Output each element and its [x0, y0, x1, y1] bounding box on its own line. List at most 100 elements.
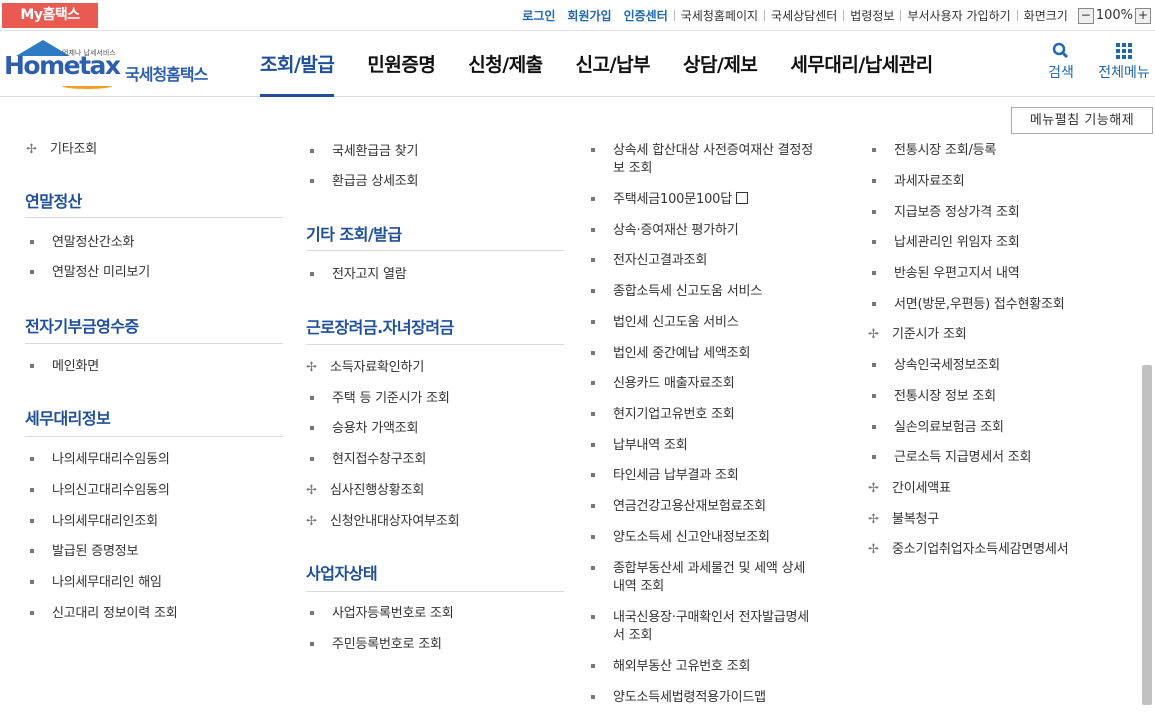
bullet-icon: [310, 272, 314, 276]
bullet-icon: [310, 149, 314, 153]
signup-link[interactable]: 회원가입: [561, 7, 617, 24]
my-hometax-button[interactable]: My홈택스: [2, 3, 98, 28]
top-links: 로그인 회원가입 인증센터 국세청홈페이지 국세상담센터 법령정보 부서사용자 …: [516, 0, 1151, 31]
all-menu-button[interactable]: 전체메뉴: [1094, 40, 1154, 82]
nav-report-pay[interactable]: 신고/납부: [576, 31, 651, 97]
bullet-icon: [591, 615, 595, 619]
plus-icon: ✢: [306, 483, 317, 498]
main-header: Hometax 언제나 납세서비스 국세청홈택스 조회/발급 민원증명 신청/제…: [0, 31, 1155, 97]
bullet-icon: [591, 504, 595, 508]
consult-center-link[interactable]: 국세상담센터: [765, 7, 843, 24]
zoom-value: 100%: [1095, 8, 1133, 23]
bullet-icon: [872, 302, 876, 306]
plus-icon: ✢: [868, 542, 879, 557]
bullet-icon: [30, 611, 34, 615]
nav-civil-certificate[interactable]: 민원증명: [367, 31, 435, 97]
section-title-year-end: 연말정산: [25, 192, 82, 211]
bullet-icon: [30, 270, 34, 274]
plus-icon: ✢: [26, 142, 37, 157]
divider: [25, 217, 283, 218]
bullet-icon: [310, 426, 314, 430]
divider: [25, 436, 283, 437]
bullet-icon: [872, 455, 876, 459]
plus-icon: ✢: [306, 360, 317, 375]
nts-homepage-link[interactable]: 국세청홈페이지: [675, 7, 764, 24]
nav-apply-submit[interactable]: 신청/제출: [468, 31, 543, 97]
bullet-icon: [30, 519, 34, 523]
bullet-icon: [310, 179, 314, 183]
bullet-icon: [591, 664, 595, 668]
divider: [306, 591, 564, 592]
bullet-icon: [30, 364, 34, 368]
logo-smile-icon: [62, 83, 112, 89]
bullet-icon: [591, 695, 595, 699]
bullet-icon: [30, 549, 34, 553]
zoom-out-button[interactable]: −: [1077, 7, 1094, 24]
bullet-icon: [591, 381, 595, 385]
bullet-icon: [591, 320, 595, 324]
law-info-link[interactable]: 법령정보: [844, 7, 900, 24]
bullet-icon: [591, 566, 595, 570]
all-menu-label: 전체메뉴: [1098, 65, 1150, 81]
bullet-icon: [591, 197, 595, 201]
search-icon: [1052, 42, 1069, 59]
bullet-icon: [30, 457, 34, 461]
nav-tax-agent[interactable]: 세무대리/납세관리: [790, 31, 933, 97]
section-title-other-inquiry: 기타 조회/발급: [306, 225, 402, 244]
global-nav: 조회/발급 민원증명 신청/제출 신고/납부 상담/제보 세무대리/납세관리: [260, 31, 966, 97]
bullet-icon: [30, 240, 34, 244]
section-title-tax-agent-info: 세무대리정보: [25, 409, 111, 428]
cert-center-link[interactable]: 인증센터: [618, 7, 674, 24]
scrollbar-thumb[interactable]: [1142, 365, 1152, 705]
bullet-icon: [872, 148, 876, 152]
bullet-icon: [872, 271, 876, 275]
screen-size-label: 화면크기: [1023, 9, 1068, 23]
bullet-icon: [872, 210, 876, 214]
bullet-icon: [872, 240, 876, 244]
bullet-icon: [872, 179, 876, 183]
menu-expand-toggle-button[interactable]: 메뉴펼침 기능해제: [1011, 107, 1153, 134]
bullet-icon: [591, 228, 595, 232]
bullet-icon: [591, 351, 595, 355]
search-label: 검색: [1048, 65, 1074, 81]
divider: [25, 343, 283, 344]
bullet-icon: [872, 425, 876, 429]
bullet-icon: [310, 642, 314, 646]
divider: [306, 344, 564, 345]
logo-tagline: 언제나 납세서비스: [62, 49, 116, 57]
external-link-icon: [736, 192, 748, 204]
section-title-incentive: 근로장려금.자녀장려금: [306, 318, 454, 337]
bullet-icon: [591, 289, 595, 293]
grid-icon: [1116, 43, 1132, 59]
logo-korean-name: 국세청홈택스: [125, 65, 208, 84]
plus-icon: ✢: [868, 327, 879, 342]
bullet-icon: [30, 580, 34, 584]
zoom-control: − 100% +: [1077, 7, 1151, 24]
bullet-icon: [310, 611, 314, 615]
section-title-business-status: 사업자상태: [306, 564, 378, 583]
bullet-icon: [872, 363, 876, 367]
bullet-icon: [591, 535, 595, 539]
divider: [306, 250, 564, 251]
bullet-icon: [310, 457, 314, 461]
dept-user-signup-link[interactable]: 부서사용자 가입하기: [901, 7, 1016, 24]
bullet-icon: [591, 473, 595, 477]
plus-icon: ✢: [868, 481, 879, 496]
bullet-icon: [591, 412, 595, 416]
bullet-icon: [310, 396, 314, 400]
search-button[interactable]: 검색: [1044, 40, 1078, 82]
plus-icon: ✢: [306, 514, 317, 529]
plus-icon: ✢: [868, 512, 879, 527]
nav-consult-report[interactable]: 상담/제보: [683, 31, 758, 97]
bullet-icon: [872, 394, 876, 398]
zoom-in-button[interactable]: +: [1135, 7, 1151, 24]
bullet-icon: [591, 148, 595, 152]
hometax-logo[interactable]: Hometax 언제나 납세서비스 국세청홈택스: [2, 39, 222, 91]
top-utility-bar: My홈택스 로그인 회원가입 인증센터 국세청홈페이지 국세상담센터 법령정보 …: [0, 0, 1155, 31]
bullet-icon: [591, 258, 595, 262]
section-title-donation-receipt: 전자기부금영수증: [25, 317, 139, 336]
nav-inquiry-issue[interactable]: 조회/발급: [260, 31, 335, 97]
bullet-icon: [30, 488, 34, 492]
bullet-icon: [591, 443, 595, 447]
login-link[interactable]: 로그인: [516, 7, 561, 24]
